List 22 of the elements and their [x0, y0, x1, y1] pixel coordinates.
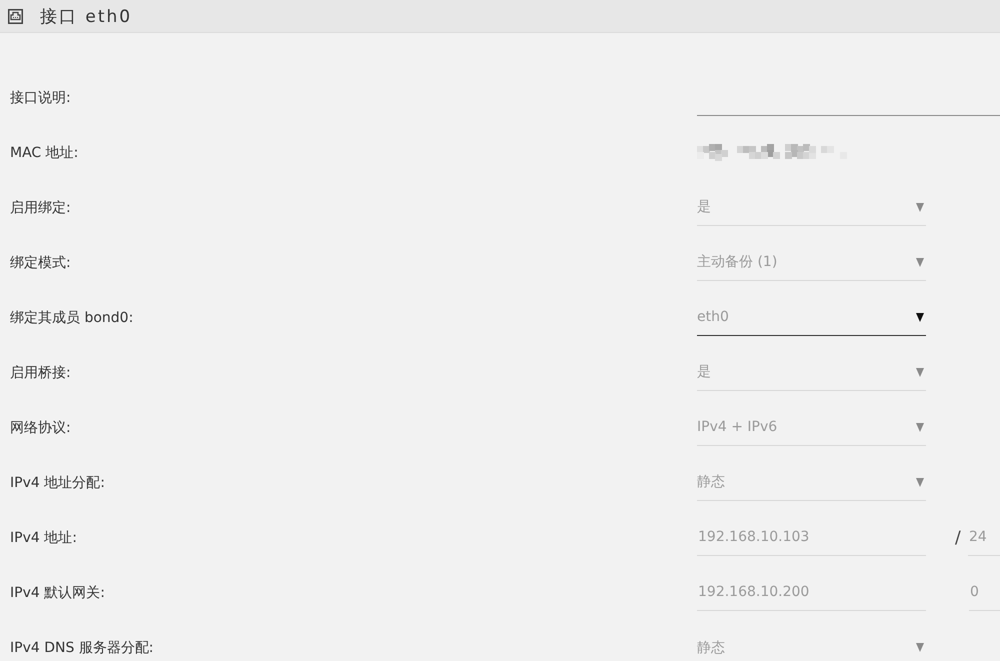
field-label: IPv4 默认网关: — [10, 584, 105, 602]
field-label: 接口说明: — [10, 88, 71, 108]
field-label: MAC 地址: — [10, 144, 78, 162]
field-label: IPv4 地址分配: — [10, 474, 105, 492]
field-label: 网络协议: — [10, 418, 71, 438]
dropdown-arrow-icon — [916, 478, 924, 486]
network-port-icon — [8, 8, 23, 24]
field-label: IPv4 地址: — [10, 528, 77, 548]
dropdown-arrow-icon — [916, 202, 924, 212]
dropdown-arrow-icon — [916, 643, 924, 652]
field-label: 启用桥接: — [10, 364, 71, 382]
field-label: IPv4 DNS 服务器分配: — [10, 638, 154, 658]
dropdown-arrow-icon — [916, 312, 924, 322]
select-dropdown[interactable]: eth0 — [697, 300, 926, 336]
dropdown-arrow-icon — [916, 368, 924, 376]
field-label: 启用绑定: — [10, 198, 71, 218]
field-label: 绑定其成员 bond0: — [10, 308, 134, 328]
field-label: 绑定模式: — [10, 254, 71, 272]
panel-title: 接口 eth0 — [40, 6, 132, 28]
dropdown-arrow-icon — [916, 422, 924, 432]
slash-separator: / — [955, 526, 962, 550]
dropdown-arrow-icon — [916, 258, 924, 266]
